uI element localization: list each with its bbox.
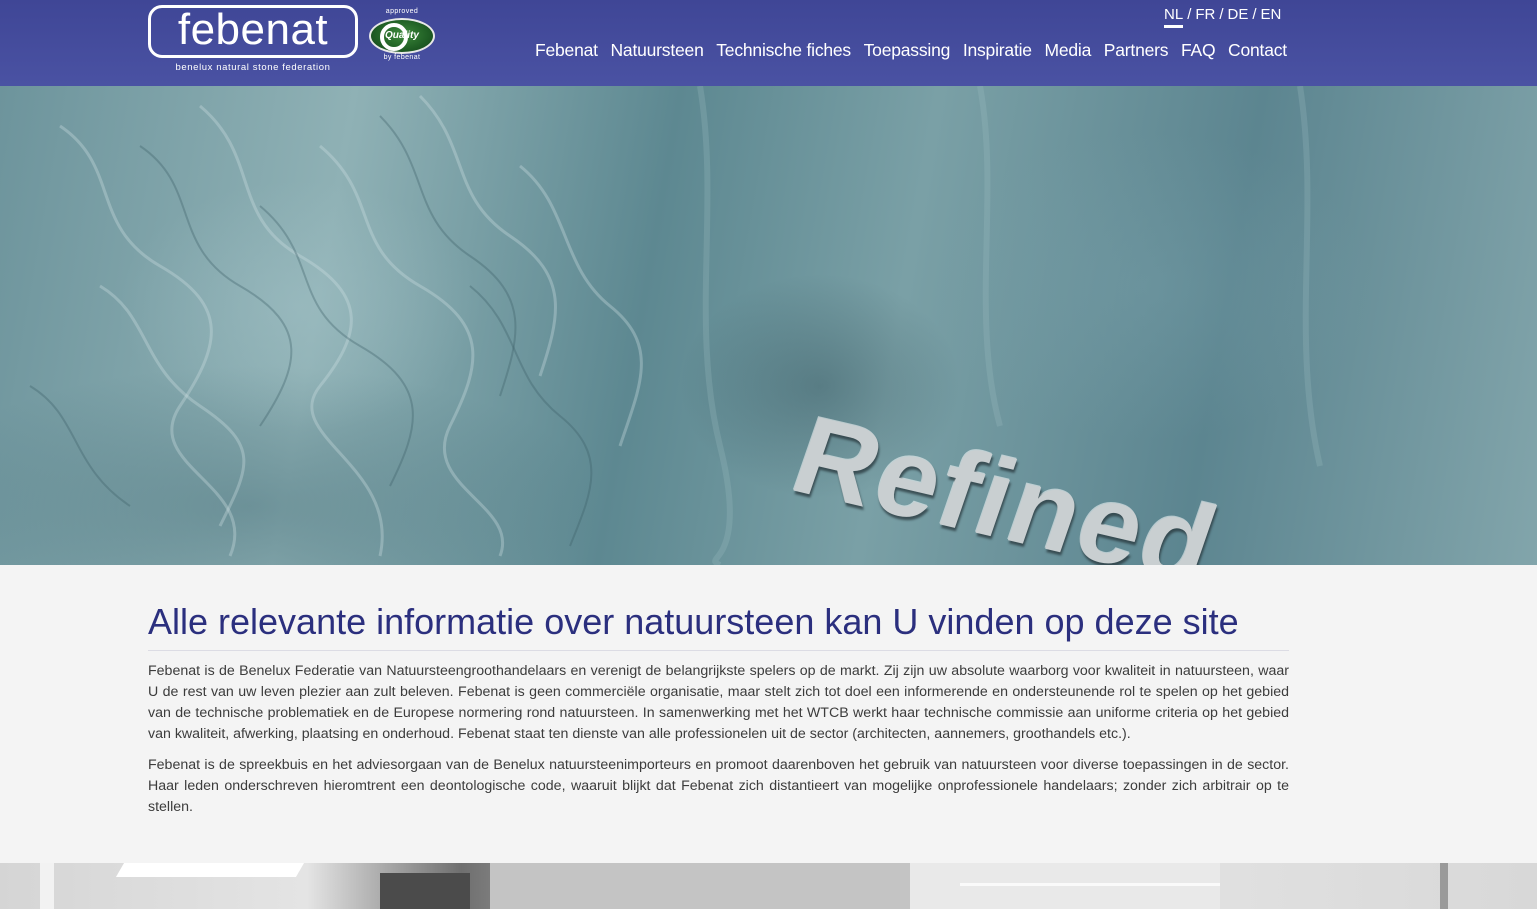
language-switcher: NL / FR / DE / EN bbox=[1164, 6, 1281, 28]
febenat-logo[interactable]: febenat benelux natural stone federation bbox=[148, 5, 358, 73]
intro-paragraph-2: Febenat is de spreekbuis en het adviesor… bbox=[148, 757, 1289, 815]
nav-faq[interactable]: FAQ bbox=[1181, 40, 1216, 61]
photo-pillar bbox=[1440, 863, 1448, 909]
building-photo-strip bbox=[0, 863, 1537, 909]
quality-badge-emblem: Quality bbox=[369, 18, 435, 54]
stone-texture bbox=[29, 86, 1323, 565]
lang-fr[interactable]: FR bbox=[1195, 6, 1215, 28]
nav-natuursteen[interactable]: Natuursteen bbox=[610, 40, 703, 61]
quality-badge-top-text: approved bbox=[385, 8, 419, 15]
quality-badge-word: Quality bbox=[385, 30, 419, 41]
nav-media[interactable]: Media bbox=[1044, 40, 1091, 61]
logo-tagline: benelux natural stone federation bbox=[175, 62, 331, 73]
nav-febenat[interactable]: Febenat bbox=[535, 40, 598, 61]
quality-badge-bottom-text: by febenat bbox=[383, 54, 421, 61]
photo-light-strip bbox=[960, 883, 1220, 886]
nav-partners[interactable]: Partners bbox=[1104, 40, 1169, 61]
intro-section: Alle relevante informatie over natuurste… bbox=[148, 600, 1289, 828]
lang-de[interactable]: DE bbox=[1228, 6, 1249, 28]
site-header: febenat benelux natural stone federation… bbox=[0, 0, 1537, 86]
intro-paragraph-1: Febenat is de Benelux Federatie van Natu… bbox=[148, 663, 1289, 742]
photo-window bbox=[380, 873, 470, 909]
photo-column bbox=[40, 863, 54, 909]
photo-canopy bbox=[115, 863, 305, 877]
lang-en[interactable]: EN bbox=[1261, 6, 1282, 28]
nav-inspiratie[interactable]: Inspiratie bbox=[963, 40, 1032, 61]
logo-wordmark: febenat bbox=[177, 5, 329, 54]
photo-facade bbox=[910, 863, 1220, 909]
lang-separator: / bbox=[1219, 6, 1224, 23]
photo-wall bbox=[490, 863, 910, 909]
hero-banner: Refined bbox=[0, 86, 1537, 565]
page-title: Alle relevante informatie over natuurste… bbox=[148, 600, 1289, 651]
lang-separator: / bbox=[1252, 6, 1257, 23]
nav-contact[interactable]: Contact bbox=[1228, 40, 1287, 61]
nav-toepassing[interactable]: Toepassing bbox=[864, 40, 951, 61]
quality-badge: approved Quality by febenat bbox=[366, 8, 438, 64]
lang-separator: / bbox=[1187, 6, 1192, 23]
lang-nl[interactable]: NL bbox=[1164, 6, 1184, 28]
main-navigation: Febenat Natuursteen Technische fiches To… bbox=[535, 40, 1287, 61]
nav-technische-fiches[interactable]: Technische fiches bbox=[716, 40, 851, 61]
